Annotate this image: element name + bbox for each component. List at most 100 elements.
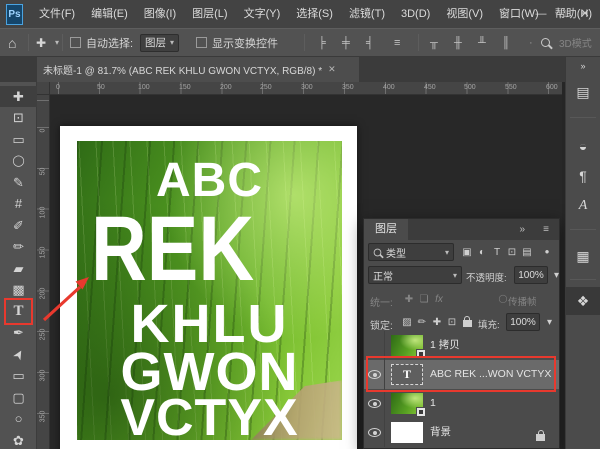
menu-layer[interactable]: 图层(L): [184, 0, 235, 28]
lock-artboard-icon[interactable]: ⊡: [445, 317, 459, 328]
layer-filter-dropdown[interactable]: 类型 ▾: [368, 243, 454, 261]
dock-swatches-icon[interactable]: ▦: [566, 243, 600, 269]
move-tool[interactable]: ✚: [0, 86, 37, 107]
filter-smart-objects-icon[interactable]: ▤: [520, 247, 534, 258]
layer-row-1[interactable]: 1: [364, 389, 559, 418]
dock-layers-icon[interactable]: ❖: [566, 287, 600, 315]
quick-selection-tool[interactable]: ✎: [0, 172, 37, 193]
custom-shape-tool[interactable]: ✿: [0, 430, 37, 449]
right-panel-dock: » ▤ ◒ ¶ A ▦ ❖: [565, 57, 600, 449]
align-vcenter-icon[interactable]: ╪: [342, 29, 360, 56]
dock-properties-icon[interactable]: ▤: [566, 79, 600, 105]
move-tool-caret-icon[interactable]: ▾: [55, 29, 59, 56]
fill-label: 填充:: [478, 317, 500, 331]
layers-tab[interactable]: 图层: [364, 219, 408, 240]
layer-name[interactable]: 背景: [430, 418, 451, 447]
menu-filter[interactable]: 滤镜(T): [341, 0, 393, 28]
panel-menu-icon[interactable]: ≡: [543, 219, 549, 240]
fill-caret-icon[interactable]: ▾: [547, 317, 552, 328]
ruler-label: 100: [40, 203, 47, 223]
auto-select-dropdown[interactable]: 图层▾: [140, 29, 179, 56]
opacity-caret-icon[interactable]: ▾: [554, 270, 559, 281]
layer-row-background[interactable]: 背景: [364, 418, 559, 447]
lock-paint-icon[interactable]: ✏: [415, 317, 429, 328]
dock-character-icon[interactable]: A: [566, 193, 600, 219]
align-right-icon[interactable]: ╨: [478, 29, 496, 56]
menu-file[interactable]: 文件(F): [31, 0, 83, 28]
auto-select-label: 自动选择:: [86, 29, 133, 56]
visibility-toggle[interactable]: [364, 418, 385, 447]
visibility-toggle[interactable]: [364, 389, 385, 418]
layer-thumbnail[interactable]: [391, 393, 423, 414]
dock-paragraph-icon[interactable]: ¶: [566, 163, 600, 189]
ellipse-tool[interactable]: ○: [0, 408, 37, 429]
lasso-tool[interactable]: ◯: [0, 150, 37, 171]
lock-all-icon[interactable]: [460, 319, 474, 330]
home-icon[interactable]: ⌂: [8, 29, 16, 56]
canvas-text-vctyx: VCTYX: [77, 392, 342, 440]
eyedropper-tool[interactable]: ✐: [0, 215, 37, 236]
brush-tool[interactable]: ✏: [0, 236, 37, 257]
3d-mode-label: 3D模式: [559, 29, 592, 56]
layer-thumbnail[interactable]: [391, 335, 423, 356]
unify-visibility-icon: ❏: [417, 294, 431, 305]
crop-tool[interactable]: #: [0, 193, 37, 214]
title-bar: Ps 文件(F) 编辑(E) 图像(I) 图层(L) 文字(Y) 选择(S) 滤…: [0, 0, 600, 28]
minimize-button[interactable]: —: [530, 0, 552, 28]
distribute-vertical-icon[interactable]: ≡: [394, 29, 412, 56]
dock-collapse-icon[interactable]: »: [566, 59, 600, 73]
move-tool-icon[interactable]: ✚: [36, 29, 46, 56]
menu-image[interactable]: 图像(I): [136, 0, 184, 28]
ruler-label: 300: [301, 84, 313, 91]
align-left-icon[interactable]: ╥: [430, 29, 448, 56]
align-hcenter-icon[interactable]: ╫: [454, 29, 472, 56]
align-top-icon[interactable]: ╞: [318, 29, 336, 56]
unify-style-icon: fx: [432, 294, 446, 305]
filter-type-layers-icon[interactable]: T: [490, 247, 504, 258]
menu-3d[interactable]: 3D(D): [393, 0, 438, 28]
marquee-tool[interactable]: ▭: [0, 129, 37, 150]
eye-icon: [368, 428, 381, 437]
ruler-label: 0: [40, 121, 47, 141]
restore-button[interactable]: □: [552, 0, 574, 28]
ruler-label: 50: [97, 84, 105, 91]
filter-pixel-layers-icon[interactable]: ▣: [460, 247, 474, 258]
layer-thumbnail[interactable]: [391, 422, 423, 443]
background-lock-icon: [536, 428, 545, 446]
lock-position-icon[interactable]: ✚: [430, 317, 444, 328]
menu-type[interactable]: 文字(Y): [236, 0, 289, 28]
close-button[interactable]: ✕: [574, 0, 596, 28]
dock-color-icon[interactable]: ◒: [566, 133, 600, 159]
show-transform-label: 显示变换控件: [212, 29, 278, 56]
filter-adjustment-layers-icon[interactable]: ◐: [475, 247, 489, 258]
document-tab[interactable]: 未标题-1 @ 81.7% (ABC REK KHLU GWON VCTYX, …: [37, 57, 359, 82]
show-transform-checkbox[interactable]: [196, 29, 207, 56]
layer-name[interactable]: 1: [430, 389, 436, 418]
blend-mode-dropdown[interactable]: 正常 ▾: [368, 266, 462, 284]
filter-shape-layers-icon[interactable]: ⊡: [505, 247, 519, 258]
ruler-corner: [37, 82, 50, 95]
rounded-rectangle-tool[interactable]: ▢: [0, 387, 37, 408]
fill-value[interactable]: 100%: [506, 313, 540, 331]
ruler-label: 350: [40, 407, 47, 427]
align-bottom-icon[interactable]: ╡: [366, 29, 384, 56]
menu-bar: 文件(F) 编辑(E) 图像(I) 图层(L) 文字(Y) 选择(S) 滤镜(T…: [31, 0, 600, 28]
filter-toggle-icon[interactable]: ●: [540, 247, 554, 256]
menu-edit[interactable]: 编辑(E): [83, 0, 136, 28]
distribute-horizontal-icon[interactable]: ║: [502, 29, 520, 56]
menu-view[interactable]: 视图(V): [438, 0, 491, 28]
tab-close-icon[interactable]: ✕: [328, 64, 336, 75]
annotation-box-type-tool: [4, 298, 33, 325]
zoom-search-icon[interactable]: [541, 29, 550, 56]
artboard-tool[interactable]: ⊡: [0, 107, 37, 128]
panel-collapse-icon[interactable]: »: [519, 219, 525, 240]
lock-transparent-icon[interactable]: ▨: [400, 317, 414, 328]
ruler-label: 0: [56, 84, 60, 91]
search-icon: [374, 248, 382, 256]
annotation-arrow: [30, 263, 110, 333]
auto-select-checkbox[interactable]: [70, 29, 81, 56]
opacity-value[interactable]: 100%: [514, 266, 548, 284]
smart-object-badge-icon: [416, 407, 426, 417]
menu-select[interactable]: 选择(S): [288, 0, 341, 28]
rectangle-tool[interactable]: ▭: [0, 365, 37, 386]
